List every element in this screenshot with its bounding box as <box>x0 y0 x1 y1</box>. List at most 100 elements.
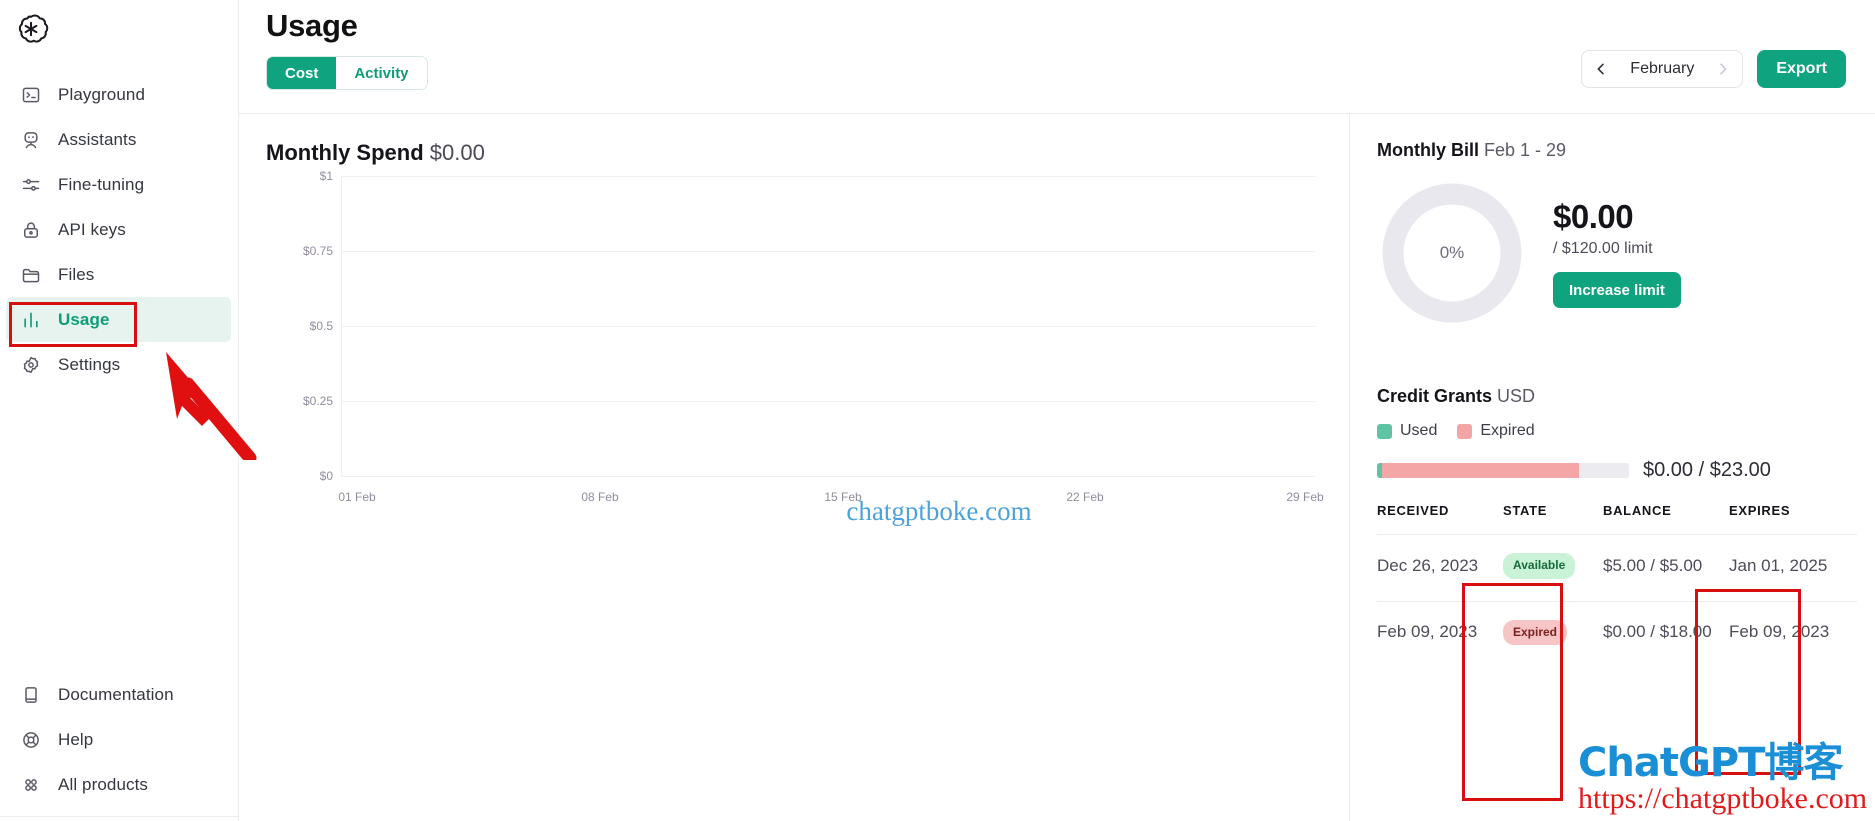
cell-balance: $5.00 / $5.00 <box>1603 534 1729 602</box>
credit-grants-title: Credit Grants <box>1377 386 1493 406</box>
credit-bar-label: $0.00 / $23.00 <box>1643 459 1771 481</box>
table-row: Feb 09, 2023 Expired $0.00 / $18.00 Feb … <box>1377 600 1857 668</box>
column-header-received: RECEIVED <box>1377 503 1450 518</box>
monthly-bill-heading: Monthly Bill Feb 1 - 29 <box>1377 140 1566 161</box>
chevron-right-icon[interactable] <box>1708 52 1738 86</box>
sidebar-nav-secondary: Documentation Help All products <box>0 672 239 807</box>
sidebar-item-label: Fine-tuning <box>58 174 145 194</box>
page-title: Usage <box>266 8 358 43</box>
usage-page: Playground Assistants Fine-tuning API ke… <box>0 0 1875 821</box>
billing-panel: Monthly Bill Feb 1 - 29 0% $0.00 / $120.… <box>1350 114 1875 821</box>
sidebar-item-documentation[interactable]: Documentation <box>6 672 231 717</box>
folder-icon <box>20 264 42 286</box>
credit-grants-table: RECEIVED STATE BALANCE EXPIRES Dec 26, 2… <box>1377 497 1857 668</box>
sliders-icon <box>20 174 42 196</box>
sidebar: Playground Assistants Fine-tuning API ke… <box>0 0 239 821</box>
bill-percent-label: 0% <box>1439 243 1465 262</box>
sidebar-divider <box>0 816 239 817</box>
bill-amount: $0.00 <box>1553 198 1634 235</box>
openai-logo-icon[interactable] <box>12 10 50 48</box>
chart-gridline <box>341 326 1315 327</box>
credit-grants-currency: USD <box>1497 386 1536 406</box>
view-toggle: Cost Activity <box>266 56 428 90</box>
sidebar-item-label: Usage <box>58 309 110 329</box>
tab-activity[interactable]: Activity <box>336 57 427 89</box>
bill-donut-chart: 0% <box>1377 178 1527 328</box>
book-icon <box>20 684 42 706</box>
monthly-spend-panel: Monthly Spend $0.00 $1 $0.75 $0.5 $0.25 … <box>239 114 1349 821</box>
grid-icon <box>20 774 42 796</box>
month-selector: February <box>1581 50 1744 88</box>
robot-icon <box>20 129 42 151</box>
header-controls: February Export <box>1581 50 1846 88</box>
sidebar-item-help[interactable]: Help <box>6 717 231 762</box>
bill-limit: / $120.00 limit <box>1553 240 1653 257</box>
credit-progress-bar <box>1377 463 1629 478</box>
chart-title-text: Monthly Spend <box>266 140 424 165</box>
sidebar-item-api-keys[interactable]: API keys <box>6 207 231 252</box>
chevron-left-icon[interactable] <box>1586 52 1616 86</box>
sidebar-item-all-products[interactable]: All products <box>6 762 231 807</box>
bill-summary: $0.00 / $120.00 limit Increase limit <box>1553 198 1681 308</box>
column-header-state: STATE <box>1503 503 1548 518</box>
monthly-bill-body: 0% $0.00 / $120.00 limit Increase limit <box>1377 178 1681 328</box>
lifebuoy-icon <box>20 729 42 751</box>
watermark-text: chatgptboke.com <box>846 496 1032 526</box>
cell-state: Available <box>1503 534 1603 602</box>
chart-x-tick: 01 Feb <box>338 490 376 504</box>
lock-icon <box>20 219 42 241</box>
gear-icon <box>20 354 42 376</box>
sidebar-item-assistants[interactable]: Assistants <box>6 117 231 162</box>
tab-cost[interactable]: Cost <box>267 57 337 89</box>
sidebar-item-label: Files <box>58 264 95 284</box>
column-header-expires: EXPIRES <box>1729 503 1791 518</box>
sidebar-item-label: Assistants <box>58 129 137 149</box>
sidebar-item-label: Settings <box>58 354 121 374</box>
chart-y-tick: $0.25 <box>302 394 333 408</box>
sidebar-item-files[interactable]: Files <box>6 252 231 297</box>
cell-state: Expired <box>1503 600 1603 668</box>
chart-gridline <box>341 251 1315 252</box>
month-label: February <box>1630 60 1695 77</box>
legend-label: Used <box>1400 422 1438 439</box>
sidebar-item-usage[interactable]: Usage <box>6 297 231 342</box>
increase-limit-button[interactable]: Increase limit <box>1553 272 1681 308</box>
chart-y-tick: $1 <box>319 169 333 183</box>
spend-chart: $1 $0.75 $0.5 $0.25 $0 01 Feb 08 Feb 15 … <box>265 169 1324 504</box>
status-badge: Available <box>1503 553 1576 579</box>
cell-received: Dec 26, 2023 <box>1377 534 1503 602</box>
credit-grants-heading: Credit Grants USD <box>1377 386 1535 407</box>
chart-title-value: $0.00 <box>429 140 485 165</box>
sidebar-item-fine-tuning[interactable]: Fine-tuning <box>6 162 231 207</box>
chart-title: Monthly Spend $0.00 <box>266 140 485 166</box>
sidebar-item-label: All products <box>58 774 149 794</box>
table-row: Dec 26, 2023 Available $5.00 / $5.00 Jan… <box>1377 534 1857 602</box>
legend-label: Expired <box>1480 422 1535 439</box>
cell-balance: $0.00 / $18.00 <box>1603 600 1729 668</box>
chart-x-tick: 08 Feb <box>581 490 619 504</box>
sidebar-item-playground[interactable]: Playground <box>6 72 231 117</box>
bar-chart-icon <box>20 309 42 331</box>
main-content: Usage Cost Activity February Export Mont… <box>239 0 1875 821</box>
column-header-balance: BALANCE <box>1603 503 1672 518</box>
legend-swatch-used <box>1377 423 1392 439</box>
legend-item-used: Used <box>1377 422 1437 440</box>
sidebar-item-label: Playground <box>58 84 146 104</box>
export-button[interactable]: Export <box>1757 50 1846 88</box>
sidebar-nav-primary: Playground Assistants Fine-tuning API ke… <box>0 72 239 387</box>
credit-legend: Used Expired <box>1377 422 1535 440</box>
sidebar-item-label: Documentation <box>58 684 174 704</box>
cell-received: Feb 09, 2023 <box>1377 600 1503 668</box>
sidebar-item-label: API keys <box>58 219 126 239</box>
chart-y-tick: $0 <box>319 469 333 483</box>
chart-x-tick: 29 Feb <box>1286 490 1324 504</box>
credit-bar-expired <box>1382 463 1579 478</box>
status-badge: Expired <box>1503 619 1568 646</box>
legend-swatch-expired <box>1457 423 1473 439</box>
page-header: Usage Cost Activity <box>266 8 428 90</box>
legend-item-expired: Expired <box>1457 422 1535 440</box>
table-header-row: RECEIVED STATE BALANCE EXPIRES <box>1377 497 1857 535</box>
chart-gridline <box>341 401 1315 402</box>
chart-y-tick: $0.5 <box>309 319 333 333</box>
sidebar-item-settings[interactable]: Settings <box>6 342 231 387</box>
